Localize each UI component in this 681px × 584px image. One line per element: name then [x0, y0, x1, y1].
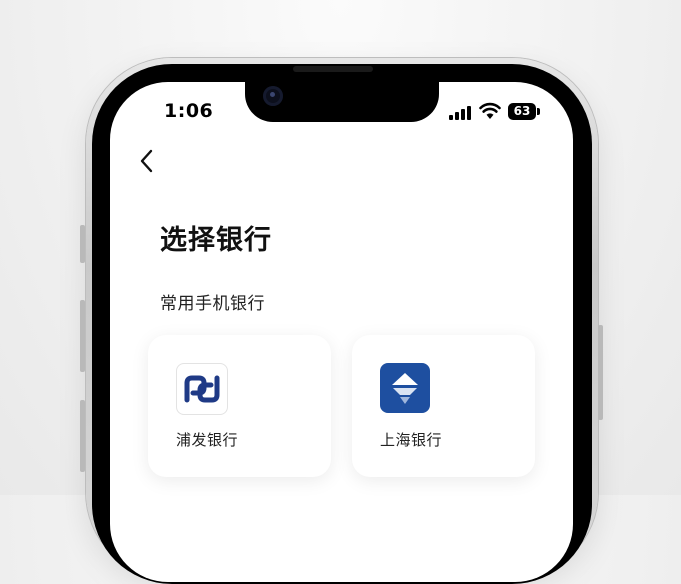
volume-down-button: [80, 300, 85, 372]
spdb-logo-icon: [176, 363, 228, 415]
speaker-grille: [293, 66, 373, 72]
volume-up-button: [80, 225, 85, 263]
chevron-left-icon: [140, 149, 153, 173]
back-button[interactable]: [136, 148, 158, 174]
section-label: 常用手机银行: [160, 294, 265, 314]
phone-screen: [110, 82, 573, 582]
bank-card-bank-of-shanghai[interactable]: 上海银行: [352, 335, 535, 477]
status-time: 1:06: [164, 100, 214, 122]
wifi-icon: [479, 102, 501, 119]
page-title: 选择银行: [160, 225, 272, 256]
bank-card-spdb[interactable]: 浦发银行: [148, 335, 331, 477]
signal-icon: [449, 104, 473, 120]
bank-name: 上海银行: [380, 431, 443, 449]
power-button: [598, 325, 603, 420]
front-camera: [263, 86, 283, 106]
battery-tip: [537, 108, 540, 115]
silent-switch: [80, 400, 85, 472]
battery-icon: 63: [508, 103, 536, 120]
bank-name: 浦发银行: [176, 431, 239, 449]
bank-of-shanghai-logo-icon: [380, 363, 430, 413]
